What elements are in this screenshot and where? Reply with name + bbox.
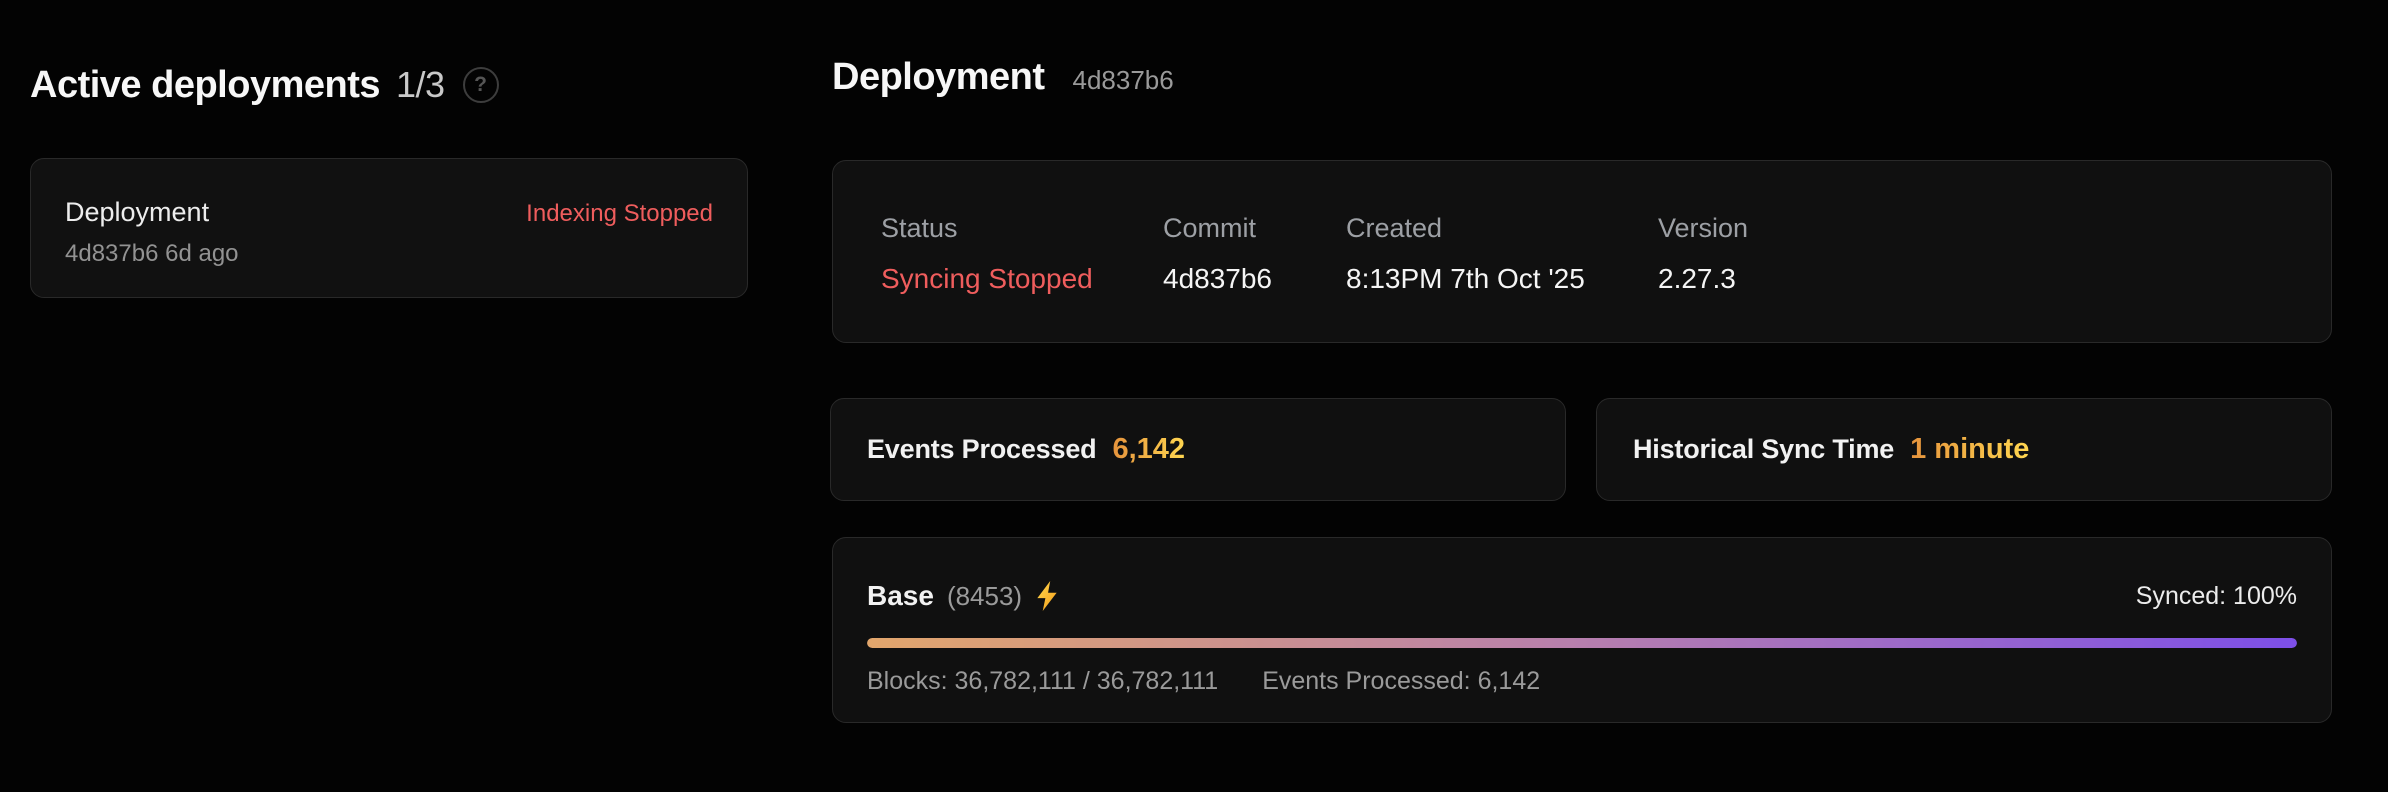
field-commit: Commit 4d837b6: [1163, 215, 1346, 342]
active-deployments-count: 1/3: [396, 64, 445, 106]
field-created-label: Created: [1346, 215, 1658, 242]
historical-sync-time-label: Historical Sync Time: [1633, 434, 1894, 465]
deployment-detail-header: Deployment 4d837b6: [832, 56, 1174, 114]
chain-sync-card: Base (8453) Synced: 100% Bl: [832, 537, 2332, 723]
field-commit-value: 4d837b6: [1163, 265, 1346, 293]
field-status-value: Syncing Stopped: [881, 265, 1163, 293]
active-deployments-header: Active deployments 1/3 ?: [30, 56, 499, 114]
deployments-dashboard: Active deployments 1/3 ? Deployment Inde…: [0, 0, 2388, 792]
sync-progress-fill: [867, 638, 2297, 648]
deployment-list-item-row: Deployment Indexing Stopped: [65, 197, 713, 228]
events-processed-label: Events Processed: [867, 434, 1096, 465]
field-created-value: 8:13PM 7th Oct '25: [1346, 265, 1658, 293]
chain-stats-row: Blocks: 36,782,111 / 36,782,111 Events P…: [867, 667, 2297, 696]
chain-name: Base: [867, 580, 934, 612]
deployment-item-status-badge: Indexing Stopped: [526, 200, 713, 228]
chain-header-row: Base (8453) Synced: 100%: [867, 580, 2297, 612]
historical-sync-time-value: 1 minute: [1910, 433, 2029, 466]
events-processed-card: Events Processed 6,142: [830, 398, 1566, 501]
field-commit-label: Commit: [1163, 215, 1346, 242]
events-processed-value: 6,142: [1112, 433, 1185, 466]
chain-events-processed-label: Events Processed: 6,142: [1262, 667, 1540, 696]
commit-hash: 4d837b6: [1072, 65, 1173, 96]
blocks-progress-label: Blocks: 36,782,111 / 36,782,111: [867, 667, 1218, 696]
field-status: Status Syncing Stopped: [881, 215, 1163, 342]
help-icon[interactable]: ?: [463, 67, 499, 103]
synced-percent-label: Synced: 100%: [2136, 582, 2297, 611]
sync-progress-bar: [867, 638, 2297, 648]
historical-sync-time-card: Historical Sync Time 1 minute: [1596, 398, 2332, 501]
deployment-list-item[interactable]: Deployment Indexing Stopped 4d837b6 6d a…: [30, 158, 748, 298]
field-created: Created 8:13PM 7th Oct '25: [1346, 215, 1658, 342]
active-deployments-title: Active deployments: [30, 64, 380, 107]
page-title: Deployment: [832, 56, 1044, 99]
deployment-overview-card: Status Syncing Stopped Commit 4d837b6 Cr…: [832, 160, 2332, 343]
field-version: Version 2.27.3: [1658, 215, 1748, 342]
deployment-item-meta: 4d837b6 6d ago: [65, 240, 713, 268]
field-status-label: Status: [881, 215, 1163, 242]
deployment-item-title: Deployment: [65, 197, 209, 228]
chain-id: (8453): [947, 581, 1022, 612]
lightning-icon: [1035, 581, 1059, 611]
field-version-label: Version: [1658, 215, 1748, 242]
field-version-value: 2.27.3: [1658, 265, 1748, 293]
